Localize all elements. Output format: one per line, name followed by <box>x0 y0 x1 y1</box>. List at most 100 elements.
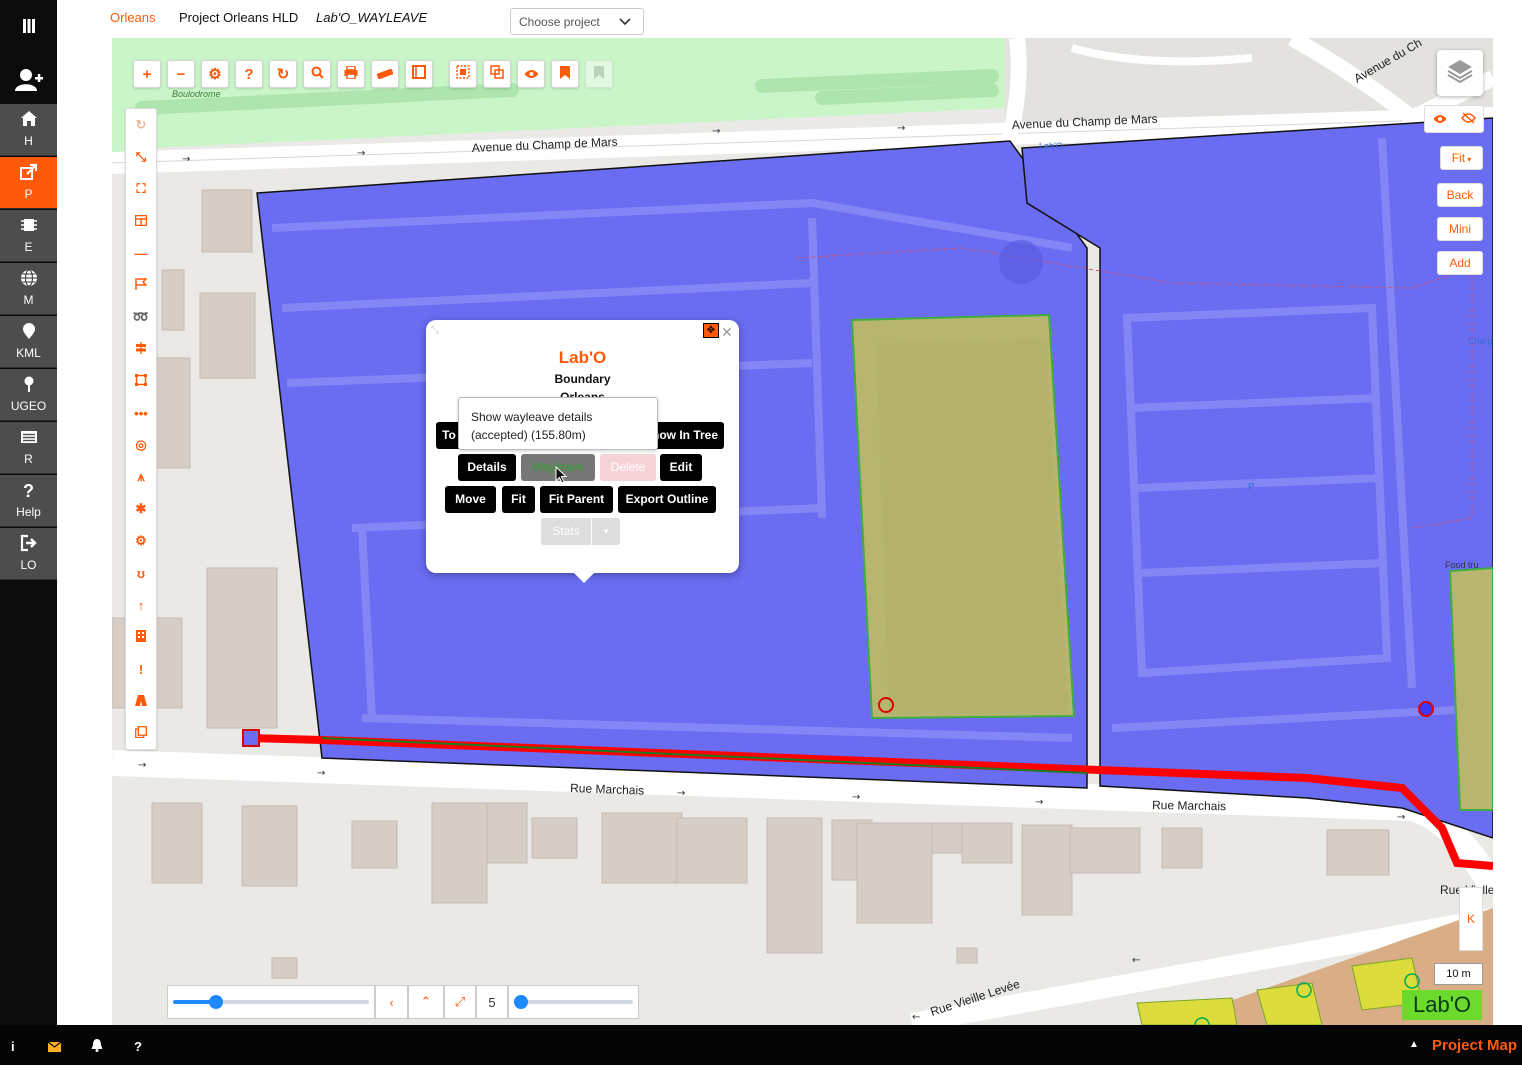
menu-icon[interactable] <box>0 10 57 42</box>
stats-button[interactable]: Stats <box>541 518 591 545</box>
tape-button[interactable]: ➿ <box>126 301 156 333</box>
sidebar-item-help[interactable]: ? Help <box>0 475 57 527</box>
map-canvas[interactable]: → → → → → → → → → → ← ← Avenue du Champ de Mars A… <box>112 38 1493 1025</box>
table-button[interactable] <box>126 205 156 237</box>
eye-icon <box>524 66 539 83</box>
tooltip-line-1: Show wayleave details <box>471 410 593 424</box>
add-button[interactable]: Add <box>1437 251 1483 275</box>
eye-slash-icon <box>1461 111 1476 127</box>
settings-button[interactable]: ⚙ <box>201 60 229 88</box>
refresh-button[interactable]: ↻ <box>269 60 297 88</box>
arrow-up-button[interactable]: ↑ <box>126 589 156 621</box>
breadcrumb-layer[interactable]: Lab'O_WAYLEAVE <box>316 10 427 25</box>
expand-button[interactable]: ⤢ <box>444 985 476 1019</box>
delete-button[interactable]: Delete <box>600 454 656 481</box>
fullscreen-button[interactable]: ⛶ <box>126 173 156 205</box>
compare-button[interactable] <box>483 60 511 88</box>
target-button[interactable]: ◎ <box>126 429 156 461</box>
move-button[interactable]: Move <box>445 486 496 513</box>
more-button[interactable]: ••• <box>126 397 156 429</box>
copy-icon <box>135 725 147 741</box>
collapse-icon[interactable]: ⤡ <box>431 325 439 336</box>
sidebar-item-label: P <box>24 187 33 201</box>
close-icon[interactable]: ✕ <box>721 324 733 341</box>
bookmark-disabled-button[interactable] <box>585 60 613 88</box>
print-button[interactable] <box>337 60 365 88</box>
breadcrumb-project[interactable]: Project Orleans HLD <box>179 10 298 25</box>
export-outline-button[interactable]: Export Outline <box>618 486 716 513</box>
fit-button[interactable]: Fit <box>502 486 535 513</box>
sidebar-item-map[interactable]: M <box>0 263 57 315</box>
back-button[interactable]: Back <box>1437 183 1483 207</box>
undo-button[interactable]: ↻ <box>126 109 156 141</box>
add-user-icon[interactable] <box>0 62 57 98</box>
fit-dropdown-button[interactable]: Fit ▾ <box>1440 146 1483 170</box>
polygon-button[interactable] <box>126 365 156 397</box>
signpost-button[interactable] <box>126 333 156 365</box>
street-label-4: Rue Marchais <box>570 781 644 798</box>
search-button[interactable] <box>303 60 331 88</box>
breadcrumb-org[interactable]: Orleans <box>110 10 156 25</box>
zoom-out-button[interactable]: − <box>167 60 195 88</box>
footer-bar: i ? ▲ Project Map <box>0 1025 1522 1065</box>
fit-parent-button[interactable]: Fit Parent <box>540 486 613 513</box>
sidebar-item-equipment[interactable]: E <box>0 210 57 262</box>
stats-dropdown-button[interactable]: ▾ <box>592 518 620 545</box>
chevron-left-icon: ‹ <box>389 994 394 1010</box>
opacity-slider[interactable] <box>167 985 375 1019</box>
help-button[interactable]: ? <box>235 60 263 88</box>
envelope-icon[interactable] <box>47 1040 62 1055</box>
k-button[interactable]: K <box>1459 887 1483 951</box>
search-icon <box>311 66 324 83</box>
bell-icon[interactable] <box>91 1039 103 1055</box>
minus-icon: — <box>134 245 148 261</box>
project-select[interactable]: Choose project <box>510 8 644 35</box>
frame-button[interactable] <box>405 60 433 88</box>
alert-button[interactable]: ! <box>126 653 156 685</box>
help-icon[interactable]: ? <box>134 1039 142 1054</box>
chevron-up-icon: ⌃ <box>420 994 432 1009</box>
up-button[interactable]: ⌃ <box>408 985 444 1019</box>
mini-button[interactable]: Mini <box>1437 217 1483 241</box>
sidebar-item-ugeo[interactable]: UGEO <box>0 369 57 421</box>
share-icon <box>0 163 57 185</box>
asterisk-button[interactable]: ✱ <box>126 493 156 525</box>
copy-button[interactable] <box>126 717 156 749</box>
shrink-button[interactable]: ⤡ <box>126 141 156 173</box>
building-button[interactable] <box>126 621 156 653</box>
layers-button[interactable] <box>1437 50 1483 96</box>
zoom-in-button[interactable]: + <box>133 60 161 88</box>
time-slider[interactable] <box>508 985 639 1019</box>
bookmark-button[interactable] <box>551 60 579 88</box>
previous-button[interactable]: ‹ <box>375 985 408 1019</box>
sidebar-item-project[interactable]: P <box>0 157 57 209</box>
flag-button[interactable] <box>126 269 156 301</box>
sidebar-item-logout[interactable]: LO <box>0 528 57 580</box>
table-icon <box>134 214 148 229</box>
move-icon[interactable]: ✥ <box>703 323 719 338</box>
stethoscope-button[interactable]: ʊ <box>126 557 156 589</box>
sidebar-item-kml[interactable]: KML <box>0 316 57 368</box>
select-area-button[interactable] <box>449 60 477 88</box>
road-button[interactable] <box>126 685 156 717</box>
caret-up-icon[interactable]: ▲ <box>1409 1039 1419 1050</box>
measure-button[interactable] <box>371 60 399 88</box>
sidebar-item-home[interactable]: H <box>0 104 57 156</box>
antenna-button[interactable]: ⩚ <box>126 461 156 493</box>
svg-text:←: ← <box>912 1012 920 1023</box>
sidebar-item-reports[interactable]: R <box>0 422 57 474</box>
info-icon[interactable]: i <box>11 1039 15 1054</box>
edit-button[interactable]: Edit <box>660 454 702 481</box>
cog-button[interactable]: ⚙ <box>126 525 156 557</box>
poi-charge: ChargeP <box>1468 336 1493 346</box>
slider-knob[interactable] <box>513 995 528 1009</box>
antenna-icon: ⩚ <box>137 469 145 484</box>
details-button[interactable]: Details <box>458 454 516 481</box>
svg-text:→: → <box>1397 812 1405 823</box>
hide-all-button[interactable] <box>1454 106 1483 132</box>
visibility-button[interactable] <box>517 60 545 88</box>
slider-knob[interactable] <box>209 995 223 1009</box>
line-button[interactable]: — <box>126 237 156 269</box>
show-all-button[interactable] <box>1425 106 1454 132</box>
print-icon <box>344 64 358 83</box>
